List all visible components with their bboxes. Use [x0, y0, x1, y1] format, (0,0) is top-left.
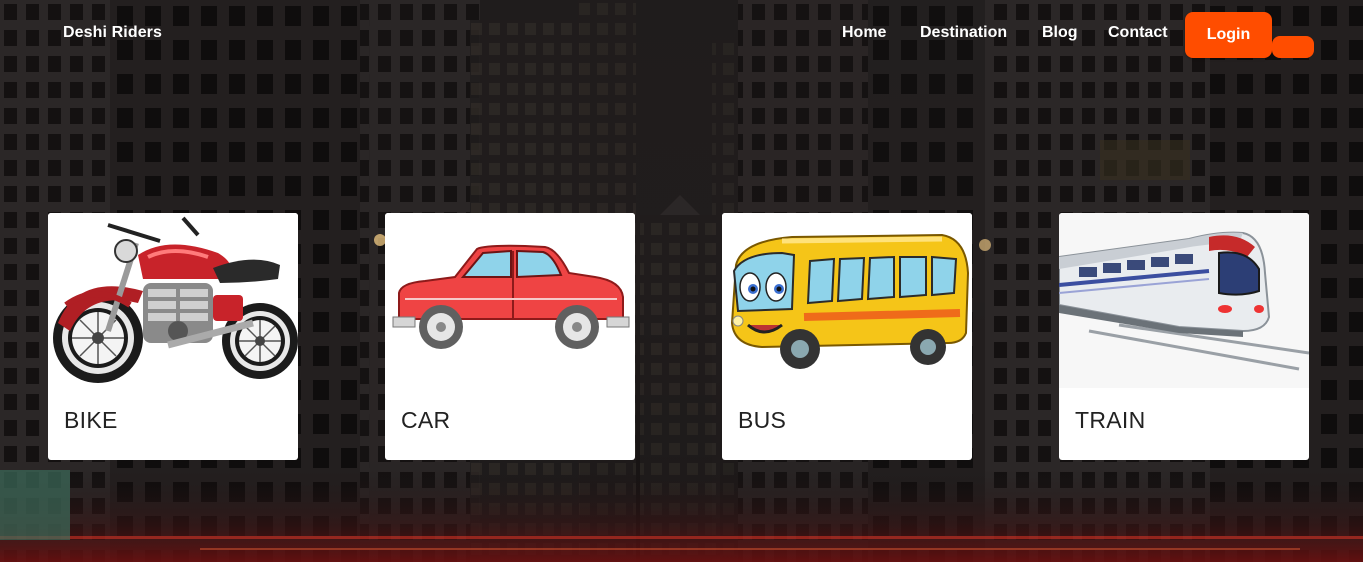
card-car[interactable]: CAR — [385, 213, 635, 460]
train-image — [1059, 213, 1309, 388]
bus-image — [722, 213, 972, 388]
secondary-orange-button[interactable] — [1272, 36, 1314, 58]
nav-blog-link[interactable]: Blog — [1042, 24, 1078, 42]
card-bus[interactable]: BUS — [722, 213, 972, 460]
card-train[interactable]: TRAIN — [1059, 213, 1309, 460]
card-bus-label: BUS — [738, 407, 787, 433]
nav-contact-link[interactable]: Contact — [1108, 24, 1168, 42]
card-train-label: TRAIN — [1075, 407, 1146, 433]
card-bike[interactable]: BIKE — [48, 213, 298, 460]
card-bike-label: BIKE — [64, 407, 118, 433]
nav-home-link[interactable]: Home — [842, 24, 886, 42]
motorcycle-image — [48, 213, 298, 388]
brand-logo-text[interactable]: Deshi Riders — [63, 24, 162, 42]
nav-destination-link[interactable]: Destination — [920, 24, 1007, 42]
card-car-label: CAR — [401, 407, 451, 433]
car-image — [385, 213, 635, 388]
page: Deshi Riders Home Destination Blog Conta… — [0, 0, 1363, 562]
login-button-label: Login — [1206, 26, 1251, 43]
login-button[interactable]: Login — [1185, 12, 1272, 58]
